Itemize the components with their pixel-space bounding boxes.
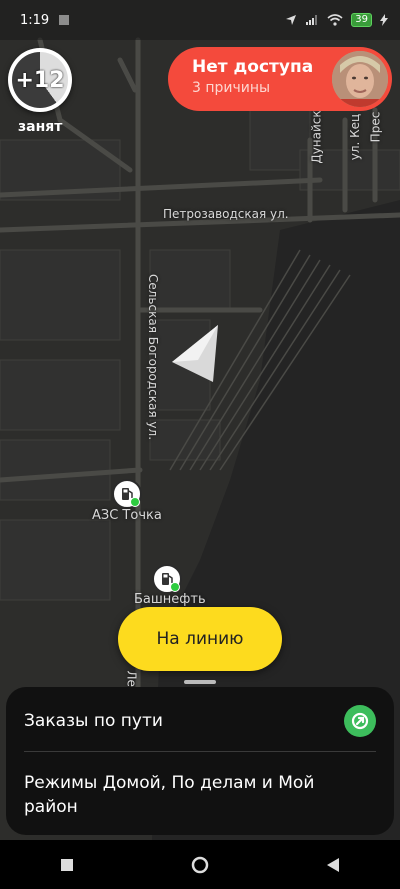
street-label-kets: ул. Кец [348,113,363,161]
busy-count: +12 [15,67,65,93]
signal-icon [306,15,318,25]
orders-on-way-label: Заказы по пути [24,711,163,731]
busy-dial[interactable]: +12 [8,48,72,112]
back-button[interactable] [313,845,353,885]
home-button[interactable] [180,845,220,885]
poi-label: Башнефть [134,592,206,607]
sheet-drag-handle[interactable] [184,680,216,684]
go-online-button[interactable]: На линию [118,607,282,671]
back-triangle-icon [327,857,340,872]
charging-icon [380,14,388,26]
notification-icon [59,15,70,25]
wifi-icon [327,14,343,26]
street-label-selskaya: Сельская Богородская ул. [146,273,161,441]
poi-label: АЗС Точка [92,508,162,523]
status-bar: 1:19 39 [0,0,400,40]
gas-station-icon[interactable] [112,479,142,509]
modes-row[interactable]: Режимы Домой, По делам и Мой район [24,771,364,819]
avatar[interactable] [332,51,388,107]
gas-station-icon[interactable] [152,564,182,594]
status-time: 1:19 [20,12,50,28]
divider [24,751,376,752]
street-label-petrozavodskaya: Петрозаводская ул. [163,207,289,221]
route-icon[interactable] [344,705,376,737]
recent-apps-button[interactable] [47,845,87,885]
square-icon [60,858,73,871]
availability-status-button[interactable]: Нет доступа 3 причины [168,47,392,111]
busy-label: занят [18,119,63,135]
street-label-dunay: Дунайск [309,110,324,164]
location-icon [286,15,297,25]
circle-icon [191,856,209,873]
battery-icon: 39 [351,13,372,27]
bottom-sheet: Заказы по пути Режимы Домой, По делам и … [6,687,394,835]
street-label-pres: Прес [368,111,383,143]
system-nav-bar [0,840,400,889]
orders-on-way-row[interactable]: Заказы по пути [24,705,376,737]
